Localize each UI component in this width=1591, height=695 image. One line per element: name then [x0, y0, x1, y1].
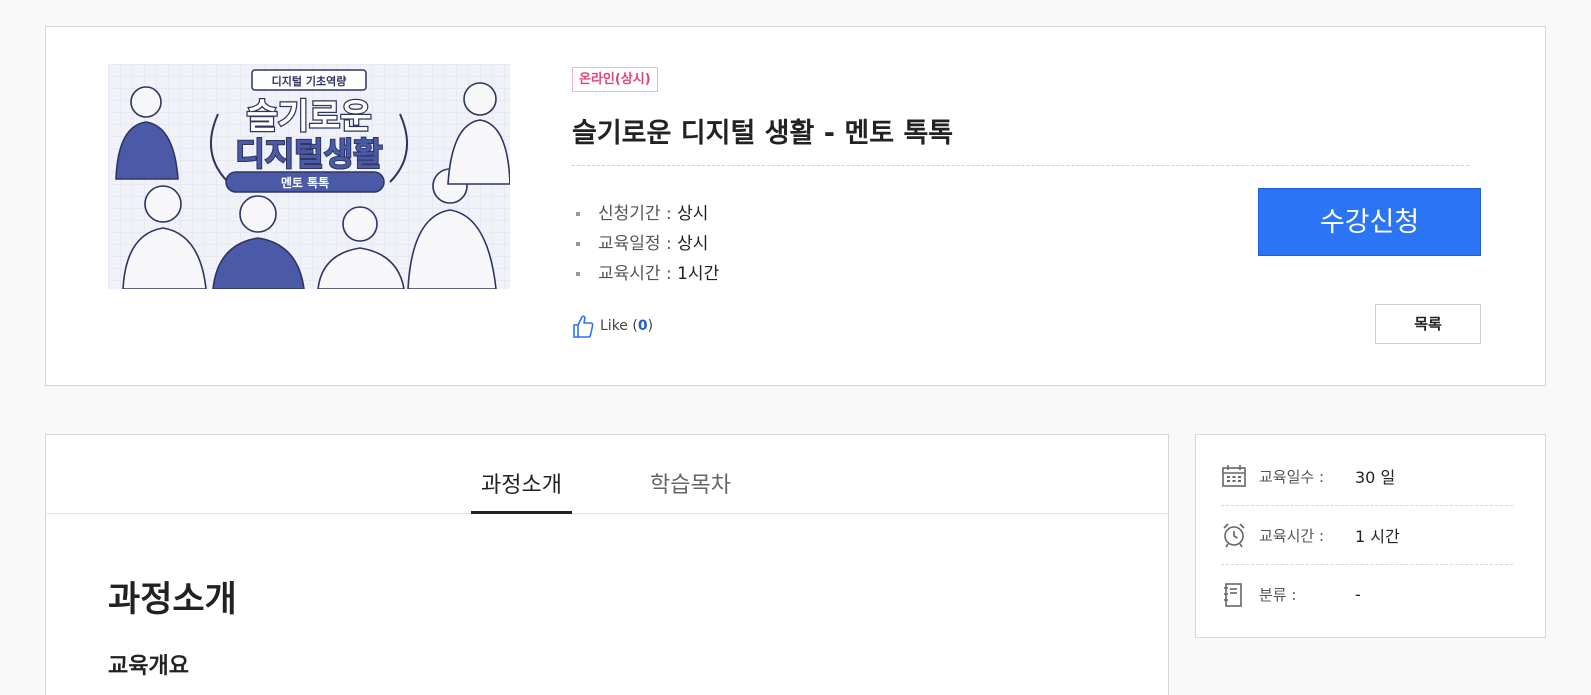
course-title: 슬기로운 디지털 생활 - 멘토 톡톡 — [572, 118, 954, 149]
detail-tabs: 과정소개 학습목차 — [46, 435, 1168, 514]
like-close: ) — [647, 318, 654, 334]
info-label: 교육시간 : — [598, 264, 678, 284]
tab-course-intro[interactable]: 과정소개 — [471, 467, 572, 514]
calendar-icon — [1221, 464, 1259, 488]
info-label: 신청기간 : — [598, 204, 678, 224]
list-button[interactable]: 목록 — [1375, 304, 1481, 344]
course-info-list: 신청기간 : 상시 교육일정 : 상시 교육시간 : 1시간 — [576, 199, 719, 289]
course-thumbnail: 디지털 기초역량 슬기로운 디지털생활 멘토 톡톡 — [108, 64, 510, 289]
summary-row-hours: 교육시간 : 1 시간 — [1221, 506, 1513, 565]
info-schedule: 교육일정 : 상시 — [576, 229, 719, 259]
thumbnail-line2: 디지털생활 — [235, 135, 382, 173]
info-apply-period: 신청기간 : 상시 — [576, 199, 719, 229]
course-detail-card: 과정소개 학습목차 과정소개 교육개요 — [45, 434, 1169, 695]
section-title: 과정소개 — [108, 580, 237, 620]
info-value: 상시 — [677, 234, 709, 254]
summary-label: 교육일수 : — [1259, 467, 1325, 486]
thumbnail-line1: 슬기로운 — [246, 97, 371, 137]
apply-button[interactable]: 수강신청 — [1258, 188, 1481, 256]
info-label: 교육일정 : — [598, 234, 678, 254]
course-header-card: 디지털 기초역량 슬기로운 디지털생활 멘토 톡톡 온라인(상시) 슬기로운 디… — [45, 26, 1546, 386]
notebook-icon — [1221, 582, 1259, 608]
summary-row-days: 교육일수 : 30 일 — [1221, 447, 1513, 506]
summary-row-category: 분류 : - — [1221, 565, 1513, 624]
course-type-badge: 온라인(상시) — [572, 67, 658, 92]
title-divider — [572, 165, 1469, 166]
thumbs-up-icon — [573, 315, 594, 338]
summary-value: 1 시간 — [1355, 527, 1400, 546]
info-duration: 교육시간 : 1시간 — [576, 259, 719, 289]
course-summary-card: 교육일수 : 30 일 교육시간 : 1 시간 분류 : - — [1195, 434, 1546, 638]
summary-label: 교육시간 : — [1259, 526, 1325, 545]
like-label: Like ( — [600, 318, 638, 334]
summary-value: 30 일 — [1355, 468, 1396, 487]
like-button[interactable]: Like (0) — [572, 313, 653, 339]
alarm-clock-icon — [1221, 522, 1259, 548]
info-value: 상시 — [677, 204, 709, 224]
summary-label: 분류 : — [1259, 586, 1297, 604]
info-value: 1시간 — [677, 264, 720, 284]
thumbnail-top-label: 디지털 기초역량 — [272, 74, 347, 88]
tab-curriculum[interactable]: 학습목차 — [634, 467, 747, 514]
subsection-title: 교육개요 — [108, 654, 189, 679]
summary-value: - — [1355, 585, 1361, 604]
like-count: 0 — [637, 318, 648, 334]
thumbnail-ribbon: 멘토 톡톡 — [281, 175, 329, 190]
